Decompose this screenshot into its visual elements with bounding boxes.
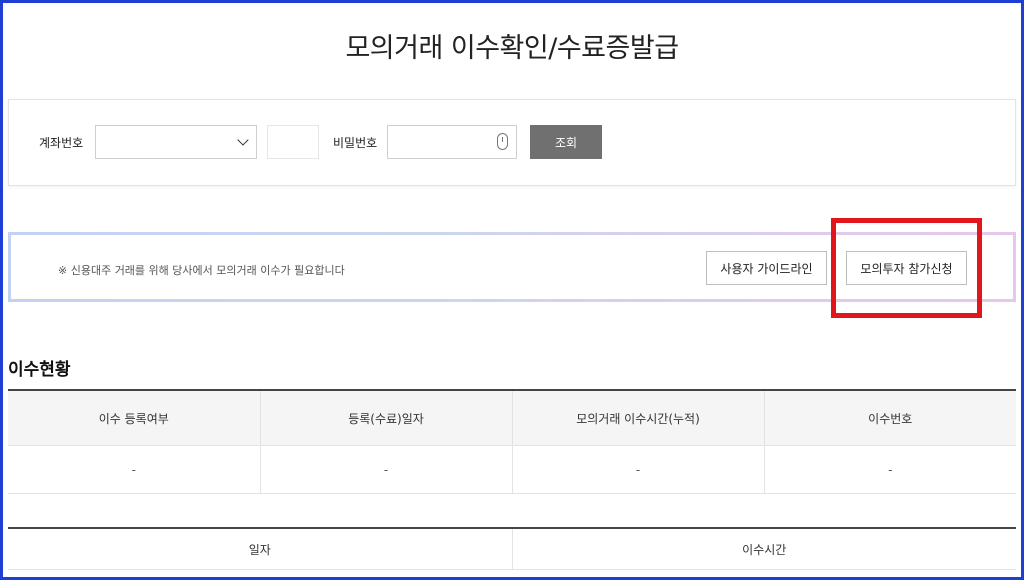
query-button[interactable]: 조회 [530,125,602,159]
table-cell: - [763,445,1016,494]
account-number-select[interactable] [95,125,257,159]
section-title: 이수현황 [8,360,71,380]
completion-history-table: 일자 이수시간 [8,527,1016,570]
table-cell: - [511,445,764,494]
password-field[interactable] [387,125,517,159]
column-header: 모의거래 이수시간(누적) [511,390,764,446]
completion-status-table: 이수 등록여부 등록(수료)일자 모의거래 이수시간(누적) 이수번호 - - … [8,389,1016,494]
account-sub-field[interactable] [267,125,319,159]
highlight-box [831,218,982,318]
table-header-row: 이수 등록여부 등록(수료)일자 모의거래 이수시간(누적) 이수번호 [8,390,1016,446]
column-header: 이수번호 [763,390,1016,446]
user-guide-button[interactable]: 사용자 가이드라인 [706,251,827,285]
column-header: 이수 등록여부 [8,390,260,446]
table-cell: - [8,445,260,494]
mouse-icon[interactable] [497,133,508,150]
account-search-panel: 계좌번호 비밀번호 조회 [8,99,1016,186]
chevron-down-icon [237,134,249,146]
page-title: 모의거래 이수확인/수료증발급 [345,33,679,64]
table-cell: - [259,445,512,494]
table-row: - - - - [8,445,1016,494]
column-header: 일자 [8,528,512,570]
column-header: 이수시간 [511,528,1016,570]
notice-text: ※ 신용대주 거래를 위해 당사에서 모의거래 이수가 필요합니다 [58,264,345,277]
column-header: 등록(수료)일자 [259,390,512,446]
account-number-label: 계좌번호 [39,136,84,150]
password-label: 비밀번호 [333,136,378,150]
table-header-row: 일자 이수시간 [8,528,1016,570]
